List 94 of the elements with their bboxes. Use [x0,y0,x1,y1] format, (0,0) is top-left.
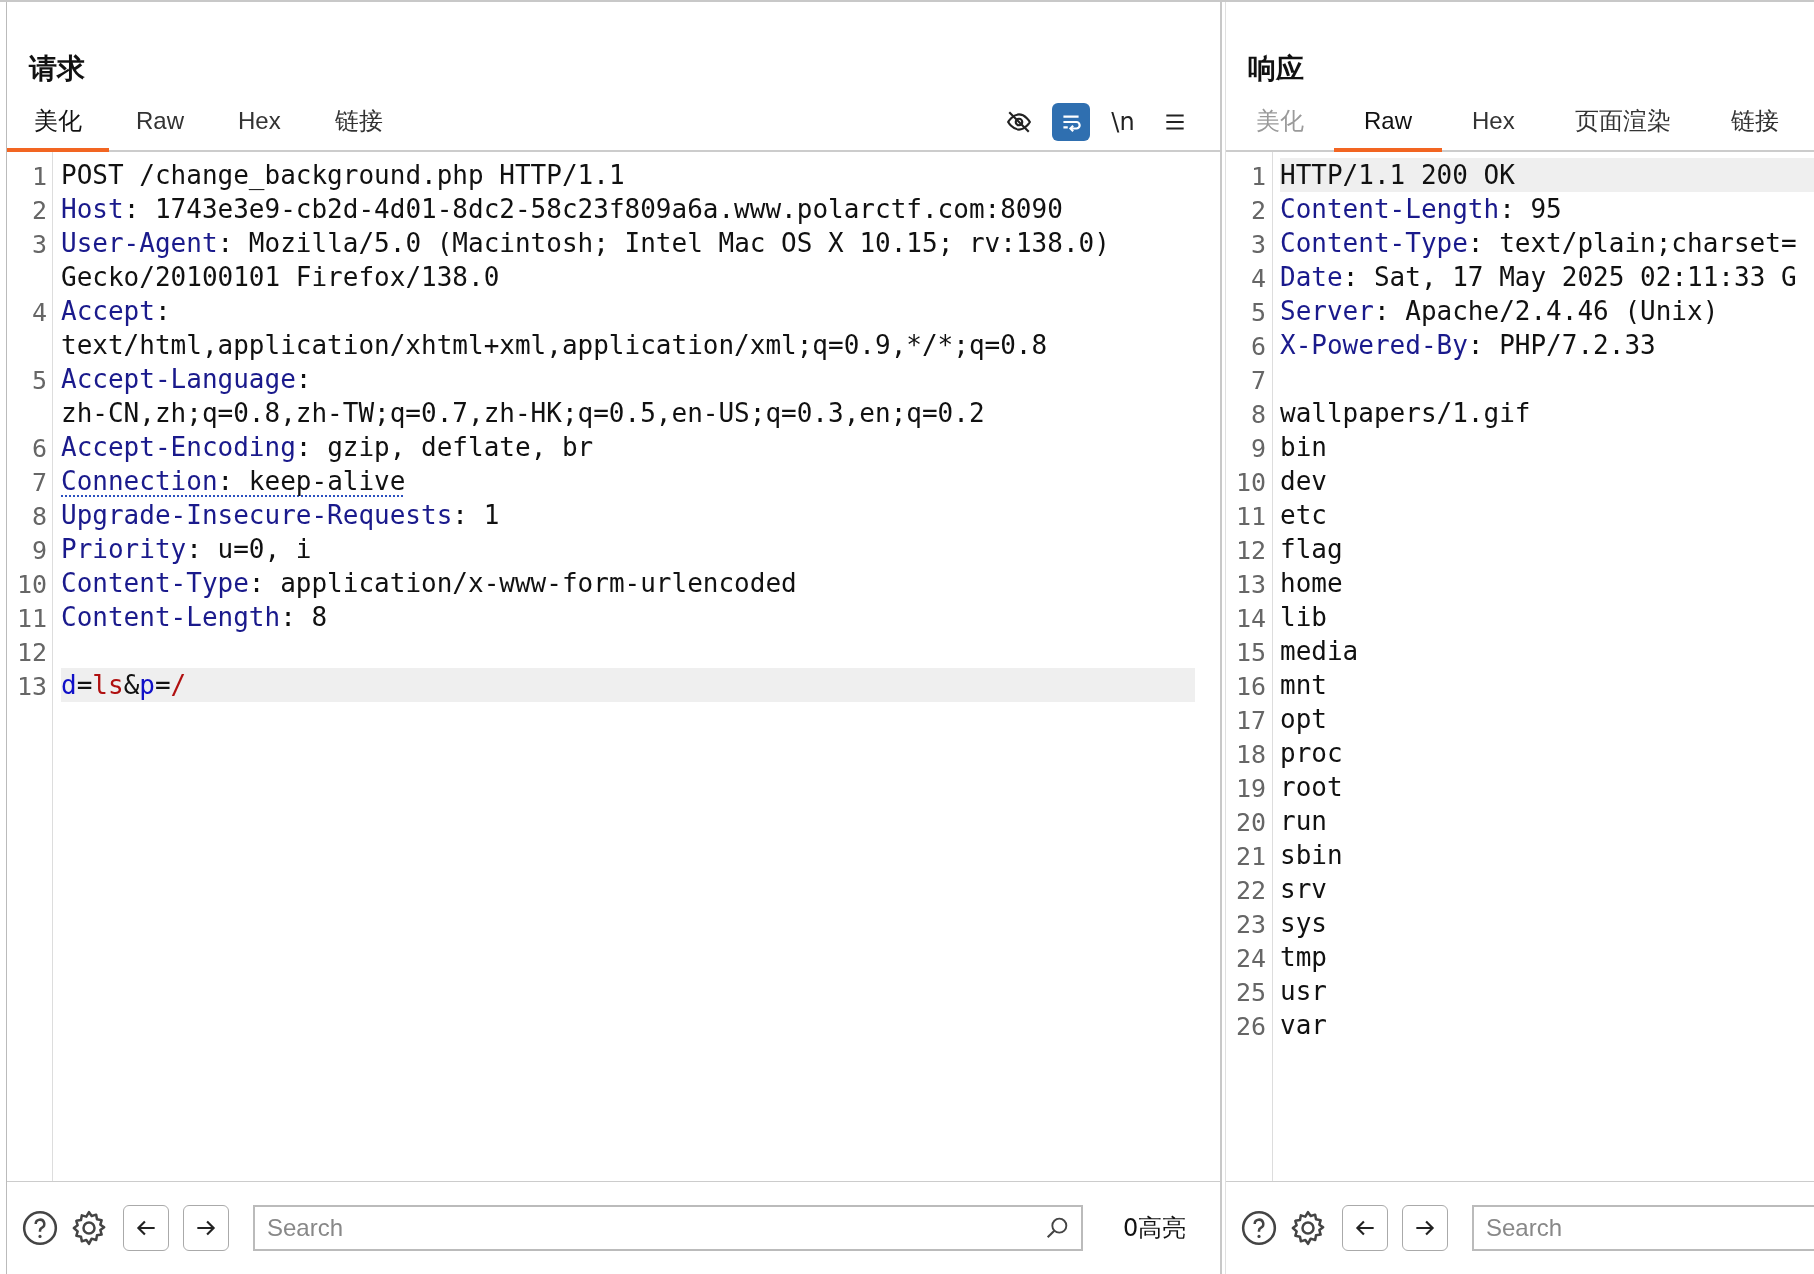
code-text: Accept-Encoding: gzip, deflate, br [61,431,595,464]
code-text: wallpapers/1.gif [1280,397,1531,430]
code-text: Priority: u=0, i [61,533,313,566]
panel-title: 响应 [1247,51,1305,87]
line-number: 24 [1234,943,1266,974]
code-text: User-Agent: Mozilla/5.0 (Macintosh; Intel Mac OS X 10.15; rv:138.0) Gecko/20100101 Firefox/138.0 [61,227,1111,294]
code-text: flag [1280,533,1343,566]
code-text: Accept: text/html,application/xhtml+xml,application/xml;q=0.9,*/*;q=0.8 [61,295,1049,362]
code-text: srv [1280,873,1327,906]
line-number: 4 [1249,263,1266,294]
line-number: 8 [1249,399,1266,430]
code-text: usr [1280,975,1327,1008]
line-number: 3 [30,229,47,260]
line-number: 15 [1234,637,1266,668]
line-number: 5 [1249,297,1266,328]
line-number: 13 [15,671,47,702]
help-icon[interactable] [21,1209,59,1247]
help-icon[interactable] [1240,1209,1278,1247]
code-text: HTTP/1.1 200 OK [1280,158,1814,192]
code-text: Upgrade-Insecure-Requests: 1 [61,499,501,532]
code-text: Date: Sat, 17 May 2025 02:11:33 G [1280,261,1797,294]
line-number: 6 [30,433,47,464]
line-number: 25 [1234,977,1266,1008]
line-number: 9 [1249,433,1266,464]
code-text: Server: Apache/2.4.46 (Unix) [1280,295,1719,328]
line-number: 10 [1234,467,1266,498]
code-text: Content-Length: 95 [1280,193,1562,226]
search-field[interactable]: Search [1472,1205,1814,1251]
code-text: mnt [1280,669,1327,702]
line-number: 5 [30,365,47,396]
line-number: 16 [1234,671,1266,702]
line-number: 17 [1234,705,1266,736]
code-text: opt [1280,703,1327,736]
tab[interactable]: Hex [211,94,308,152]
code-text: POST /change_background.php HTTP/1.1 [61,159,626,192]
code-text: tmp [1280,941,1327,974]
line-number: 4 [30,297,47,328]
line-number: 22 [1234,875,1266,906]
tab[interactable]: Hex [1442,94,1545,152]
code-text: X-Powered-By: PHP/7.2.33 [1280,329,1656,362]
line-number: 12 [1234,535,1266,566]
back-button[interactable] [123,1205,169,1251]
tab[interactable]: 链接 [307,94,410,152]
line-number: 1 [30,161,47,192]
line-number: 6 [1249,331,1266,362]
code-text: Host: 1743e3e9-cb2d-4d01-8dc2-58c23f809a6a.www.polarctf.com:8090 [61,193,1064,226]
line-number: 2 [1249,195,1266,226]
line-number: 2 [30,195,47,226]
back-button[interactable] [1342,1205,1388,1251]
line-number: 26 [1234,1011,1266,1042]
code-text: sbin [1280,839,1343,872]
line-number: 10 [15,569,47,600]
line-number: 7 [30,467,47,498]
line-number: 19 [1234,773,1266,804]
panel-title: 请求 [27,51,86,87]
code-text: run [1280,805,1327,838]
line-number: 9 [30,535,47,566]
tab[interactable]: 页面渲染 [1544,94,1701,152]
line-number: 3 [1249,229,1266,260]
code-text: root [1280,771,1343,804]
code-text: lib [1280,601,1327,634]
line-number: 20 [1234,807,1266,838]
line-number: 23 [1234,909,1266,940]
code-text: sys [1280,907,1327,940]
wrap-toggle[interactable] [1052,103,1090,141]
search-field[interactable]: Search [253,1205,1083,1251]
forward-button[interactable] [183,1205,229,1251]
line-number: 11 [15,603,47,634]
tab[interactable]: Raw [109,94,211,152]
line-number: 13 [1234,569,1266,600]
line-number: 7 [1249,365,1266,396]
code-text: Content-Type: application/x-www-form-urlencoded [61,567,798,600]
code-text: d=ls&p=/ [61,668,1195,702]
line-number: 14 [1234,603,1266,634]
tab[interactable]: 链接 [1700,94,1809,152]
code-text: media [1280,635,1359,668]
code-text: Content-Type: text/plain;charset= [1280,227,1797,260]
forward-button[interactable] [1402,1205,1448,1251]
code-text: var [1280,1009,1327,1042]
code-text: bin [1280,431,1327,464]
line-number: 8 [30,501,47,532]
highlight-count: 0高亮 [1123,1213,1187,1244]
line-number: 1 [1249,161,1266,192]
code-text: home [1280,567,1343,600]
code-text: etc [1280,499,1327,532]
code-text: dev [1280,465,1327,498]
newline-toggle[interactable]: \n [1104,103,1142,141]
eye-off-icon [1006,109,1032,135]
line-number: 12 [15,637,47,668]
line-number: 11 [1234,501,1266,532]
line-number: 18 [1234,739,1266,770]
code-text: proc [1280,737,1343,770]
code-text: Content-Length: 8 [61,601,329,634]
line-number: 21 [1234,841,1266,872]
